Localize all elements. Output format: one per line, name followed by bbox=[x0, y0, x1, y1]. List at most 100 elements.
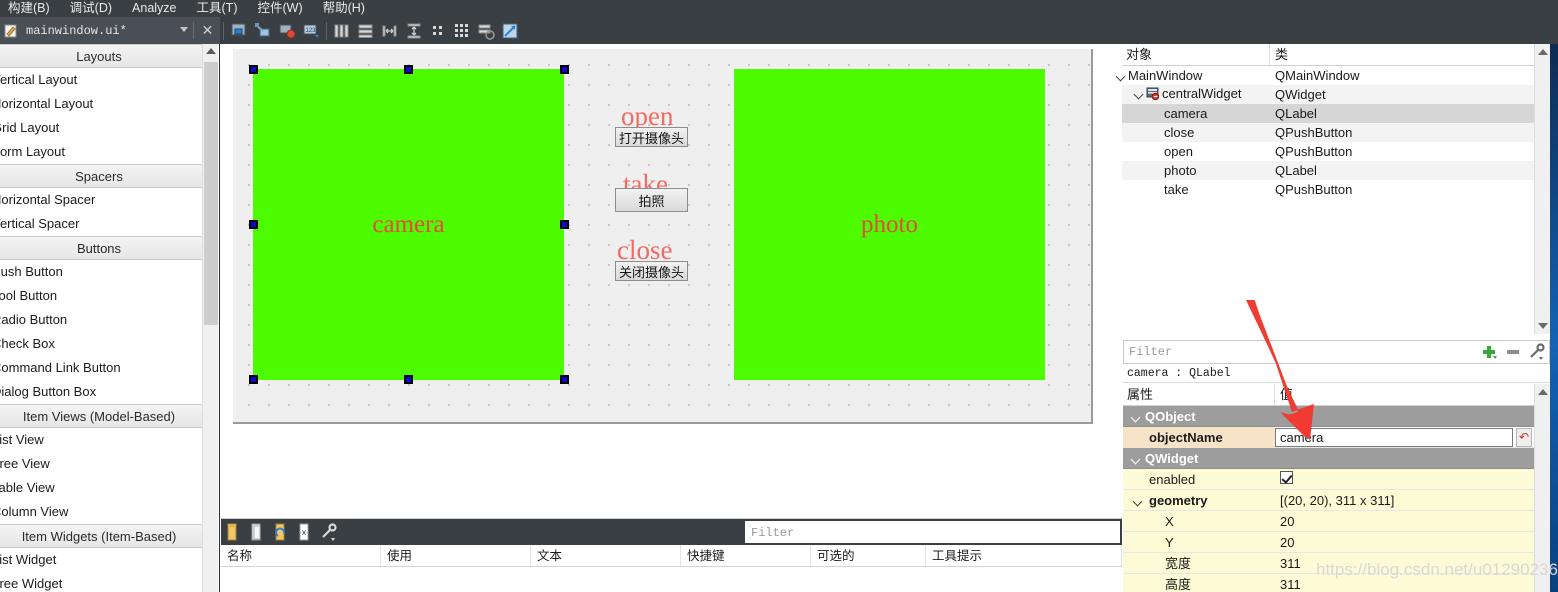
action-column-header[interactable]: 工具提示 bbox=[926, 545, 1122, 566]
property-row[interactable]: objectName camera ↶ bbox=[1123, 426, 1534, 448]
revert-property-button[interactable]: ↶ bbox=[1516, 428, 1532, 447]
layout-form-icon[interactable] bbox=[427, 20, 449, 42]
property-row[interactable]: X 20 bbox=[1123, 511, 1534, 532]
adjust-size-icon[interactable] bbox=[499, 20, 521, 42]
widget-box-item[interactable]: Tree Widget bbox=[0, 572, 206, 592]
configure-icon[interactable] bbox=[1525, 341, 1549, 363]
scrollbar-thumb[interactable] bbox=[204, 62, 218, 325]
break-layout-icon[interactable] bbox=[475, 20, 497, 42]
property-filter-input[interactable]: Filter bbox=[1124, 345, 1477, 359]
widget-box-list[interactable]: LayoutsVertical LayoutHorizontal LayoutG… bbox=[0, 44, 206, 592]
widget-box-scrollbar[interactable] bbox=[202, 44, 218, 592]
add-property-button[interactable] bbox=[1477, 341, 1501, 363]
widget-box-item[interactable]: List View bbox=[0, 428, 206, 452]
close-icon[interactable]: ✕ bbox=[199, 22, 216, 39]
chevron-down-icon[interactable] bbox=[1134, 89, 1144, 99]
open-camera-button[interactable]: 打开摄像头 bbox=[615, 127, 688, 147]
property-row[interactable]: QWidget bbox=[1123, 448, 1534, 469]
edit-tab-order-icon[interactable]: 123 bbox=[300, 20, 322, 42]
property-row[interactable]: enabled bbox=[1123, 469, 1534, 490]
object-inspector-scrollbar[interactable] bbox=[1534, 44, 1550, 334]
copy-action-icon[interactable] bbox=[245, 521, 269, 543]
widget-box-item[interactable]: Dialog Button Box bbox=[0, 380, 206, 404]
widget-box-item[interactable]: Horizontal Spacer bbox=[0, 188, 206, 212]
layout-grid-icon[interactable] bbox=[451, 20, 473, 42]
selection-handle-top-left[interactable] bbox=[249, 65, 258, 74]
photo-label-widget[interactable]: photo bbox=[734, 69, 1045, 380]
delete-action-icon[interactable]: x bbox=[293, 521, 317, 543]
menu-item-tools[interactable]: 工具(T) bbox=[187, 0, 248, 17]
camera-label-widget[interactable]: camera bbox=[253, 69, 564, 380]
widget-box-item[interactable]: List Widget bbox=[0, 548, 206, 572]
widget-box-item[interactable]: Form Layout bbox=[0, 140, 206, 164]
widget-box-group-header[interactable]: Buttons bbox=[0, 236, 206, 260]
widget-box-item[interactable]: Grid Layout bbox=[0, 116, 206, 140]
selection-handle-top-center[interactable] bbox=[404, 65, 413, 74]
widget-box-item[interactable]: Vertical Layout bbox=[0, 68, 206, 92]
configure-icon[interactable] bbox=[317, 521, 341, 543]
widget-box-item[interactable]: Horizontal Layout bbox=[0, 92, 206, 116]
menu-item-analyze[interactable]: Analyze bbox=[122, 0, 186, 17]
selection-handle-bottom-left[interactable] bbox=[249, 375, 258, 384]
widget-box-item[interactable]: Push Button bbox=[0, 260, 206, 284]
object-name-input[interactable]: camera bbox=[1275, 428, 1513, 447]
edit-buddies-icon[interactable] bbox=[276, 20, 298, 42]
widget-box-item[interactable]: Column View bbox=[0, 500, 206, 524]
widget-box-item[interactable]: Command Link Button bbox=[0, 356, 206, 380]
widget-box-item[interactable]: Check Box bbox=[0, 332, 206, 356]
chevron-down-icon[interactable] bbox=[1116, 71, 1126, 81]
widget-box-item[interactable]: Radio Button bbox=[0, 308, 206, 332]
selection-handle-middle-right[interactable] bbox=[560, 220, 569, 229]
widget-box-item[interactable]: Tree View bbox=[0, 452, 206, 476]
object-tree-row[interactable]: photo QLabel bbox=[1122, 161, 1534, 180]
remove-property-button[interactable] bbox=[1501, 341, 1525, 363]
menu-item-help[interactable]: 帮助(H) bbox=[313, 0, 375, 17]
menu-item-widgets[interactable]: 控件(W) bbox=[247, 0, 312, 17]
form-canvas[interactable]: camera photo open take close 打开摄像头 拍照 关闭… bbox=[233, 49, 1093, 424]
widget-box-group-header[interactable]: Spacers bbox=[0, 164, 206, 188]
widget-box-group-header[interactable]: Item Widgets (Item-Based) bbox=[0, 524, 206, 548]
layout-splitter-horizontal-icon[interactable] bbox=[379, 20, 401, 42]
widget-box-item[interactable]: Tool Button bbox=[0, 284, 206, 308]
enabled-checkbox[interactable] bbox=[1280, 470, 1293, 484]
menu-item-build[interactable]: 构建(B) bbox=[0, 0, 60, 17]
widget-box-group-header[interactable]: Item Views (Model-Based) bbox=[0, 404, 206, 428]
action-column-header[interactable]: 使用 bbox=[381, 545, 531, 566]
selection-handle-middle-left[interactable] bbox=[249, 220, 258, 229]
chevron-down-icon[interactable] bbox=[1538, 323, 1548, 329]
property-row[interactable]: geometry [(20, 20), 311 x 311] bbox=[1123, 490, 1534, 511]
action-filter-input[interactable]: Filter bbox=[745, 521, 1120, 543]
action-column-header[interactable]: 名称 bbox=[221, 545, 381, 566]
chevron-down-icon[interactable] bbox=[1133, 496, 1143, 506]
chevron-up-icon[interactable] bbox=[1538, 389, 1548, 395]
object-tree-row[interactable]: MainWindow QMainWindow bbox=[1122, 66, 1534, 85]
action-column-header[interactable]: 可选的 bbox=[811, 545, 926, 566]
widget-box-item[interactable]: Vertical Spacer bbox=[0, 212, 206, 236]
menu-item-debug[interactable]: 调试(D) bbox=[60, 0, 122, 17]
object-inspector-tree[interactable]: MainWindow QMainWindow centralWidget QWidge… bbox=[1122, 66, 1534, 199]
chevron-up-icon[interactable] bbox=[206, 48, 216, 54]
edit-signals-slots-icon[interactable] bbox=[252, 20, 274, 42]
open-document-tab[interactable]: mainwindow.ui* ✕ bbox=[0, 17, 220, 44]
widget-box-item[interactable]: Table View bbox=[0, 476, 206, 500]
object-tree-row[interactable]: close QPushButton bbox=[1122, 123, 1534, 142]
close-camera-button[interactable]: 关闭摄像头 bbox=[615, 261, 688, 281]
chevron-up-icon[interactable] bbox=[1538, 49, 1548, 55]
selection-handle-bottom-right[interactable] bbox=[560, 375, 569, 384]
object-tree-row[interactable]: take QPushButton bbox=[1122, 180, 1534, 199]
take-photo-button[interactable]: 拍照 bbox=[615, 188, 688, 212]
layout-vertically-icon[interactable] bbox=[355, 20, 377, 42]
new-action-icon[interactable] bbox=[221, 521, 245, 543]
selection-handle-top-right[interactable] bbox=[560, 65, 569, 74]
object-tree-row[interactable]: camera QLabel bbox=[1122, 104, 1534, 123]
chevron-down-icon[interactable] bbox=[180, 27, 188, 32]
object-tree-row[interactable]: open QPushButton bbox=[1122, 142, 1534, 161]
object-tree-row[interactable]: centralWidget QWidget bbox=[1122, 85, 1534, 104]
chevron-down-icon[interactable] bbox=[1131, 412, 1141, 422]
action-column-header[interactable]: 文本 bbox=[531, 545, 681, 566]
layout-horizontally-icon[interactable] bbox=[331, 20, 353, 42]
edit-action-icon[interactable] bbox=[269, 521, 293, 543]
property-row[interactable]: QObject bbox=[1123, 406, 1534, 427]
chevron-down-icon[interactable] bbox=[1131, 454, 1141, 464]
layout-splitter-vertical-icon[interactable] bbox=[403, 20, 425, 42]
